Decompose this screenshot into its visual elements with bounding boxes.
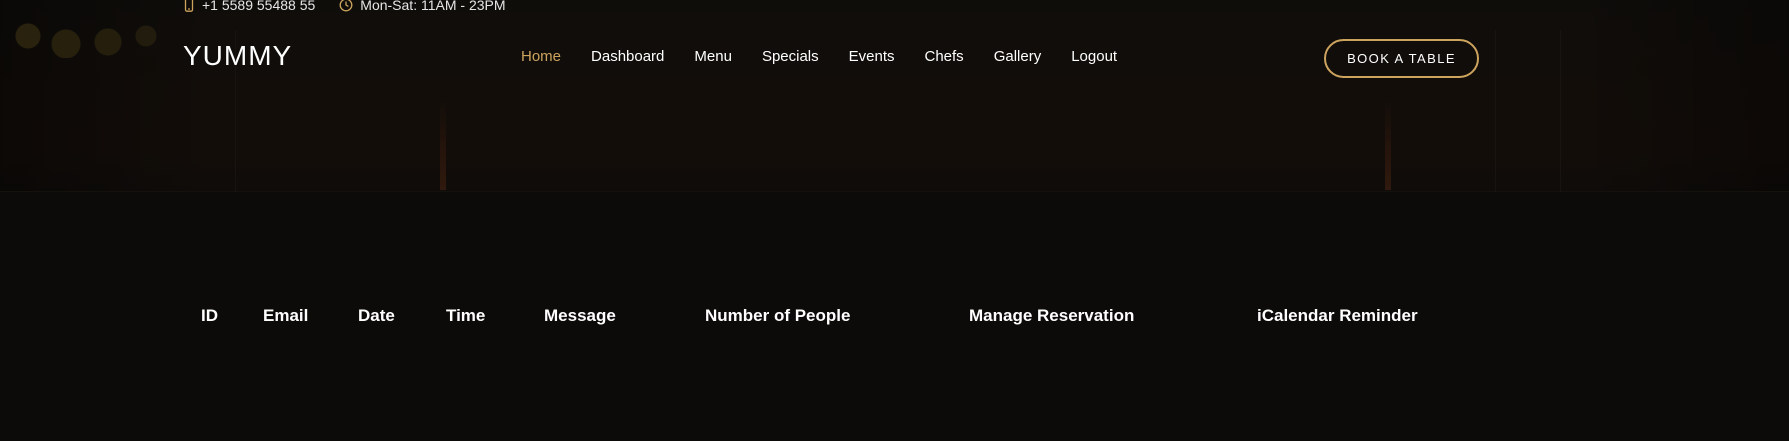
nav-dashboard[interactable]: Dashboard — [591, 48, 664, 65]
nav-gallery[interactable]: Gallery — [994, 48, 1042, 65]
nav-specials[interactable]: Specials — [762, 48, 819, 65]
opening-hours: Mon-Sat: 11AM - 23PM — [360, 0, 506, 13]
nav-logout[interactable]: Logout — [1071, 48, 1117, 65]
nav-events[interactable]: Events — [849, 48, 895, 65]
topbar: +1 5589 55488 55 Mon-Sat: 11AM - 23PM — [183, 0, 506, 14]
main-nav: Home Dashboard Menu Specials Events Chef… — [521, 48, 1117, 65]
nav-home[interactable]: Home — [521, 48, 561, 65]
column-header-manage-reservation: Manage Reservation — [969, 306, 1135, 325]
phone-number: +1 5589 55488 55 — [202, 0, 316, 13]
phone-icon — [183, 0, 195, 12]
column-header-number-of-people: Number of People — [705, 306, 851, 325]
book-a-table-button[interactable]: BOOK A TABLE — [1324, 39, 1479, 78]
nav-menu[interactable]: Menu — [694, 48, 732, 65]
column-header-date: Date — [358, 306, 395, 325]
clock-icon — [339, 0, 353, 12]
light-glow — [440, 100, 446, 190]
table-header-row: ID Email Date Time Message Number of Peo… — [183, 300, 1439, 332]
nav-chefs[interactable]: Chefs — [925, 48, 964, 65]
reservations-table-wrapper: ID Email Date Time Message Number of Peo… — [183, 300, 1483, 332]
topbar-phone: +1 5589 55488 55 — [183, 0, 315, 13]
topbar-hours: Mon-Sat: 11AM - 23PM — [339, 0, 506, 13]
column-header-email: Email — [263, 306, 309, 325]
logo[interactable]: YUMMY — [183, 40, 292, 72]
light-glow — [1385, 100, 1391, 190]
header: YUMMY Home Dashboard Menu Specials Event… — [0, 26, 1789, 92]
column-header-message: Message — [544, 306, 616, 325]
column-header-icalendar-reminder: iCalendar Reminder — [1257, 306, 1418, 325]
page: +1 5589 55488 55 Mon-Sat: 11AM - 23PM YU… — [0, 0, 1789, 441]
column-header-id: ID — [201, 306, 218, 325]
reservations-table: ID Email Date Time Message Number of Peo… — [183, 300, 1439, 332]
column-header-time: Time — [446, 306, 486, 325]
